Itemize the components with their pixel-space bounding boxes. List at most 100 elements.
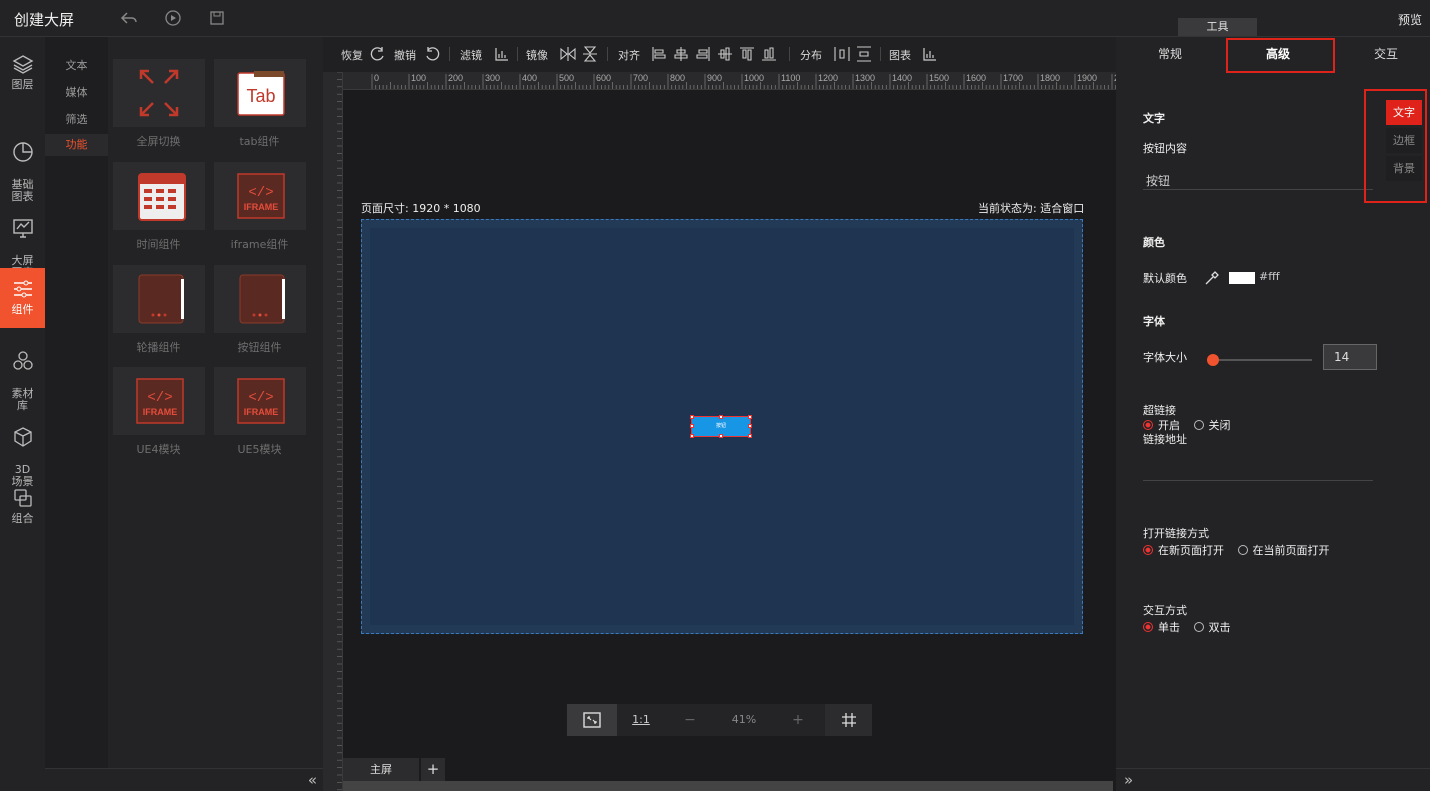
save-icon[interactable] <box>208 9 226 27</box>
resize-handle[interactable] <box>690 434 694 438</box>
font-size-input[interactable]: 14 <box>1323 344 1377 370</box>
resize-handle[interactable] <box>748 424 752 428</box>
align-middle-icon[interactable] <box>717 46 733 62</box>
fit-window-button[interactable] <box>567 704 617 736</box>
redo-icon[interactable] <box>370 46 386 62</box>
svg-text:</>: </> <box>248 390 273 406</box>
open-method-options: 在新页面打开 在当前页面打开 <box>1143 542 1330 558</box>
grid-toggle-button[interactable] <box>825 704 872 736</box>
chart-button[interactable]: 图表 <box>889 47 911 63</box>
color-swatch[interactable] <box>1229 272 1255 284</box>
component-ue5[interactable]: </> IFRAME UE5模块 <box>211 367 308 457</box>
actual-size-button[interactable]: 1:1 <box>619 704 663 736</box>
filter-button[interactable]: 滤镜 <box>460 47 482 63</box>
font-size-slider-thumb[interactable] <box>1207 354 1219 366</box>
toolbar-separator <box>449 47 450 61</box>
ruler-label: 1600 <box>966 73 986 83</box>
component-label: 轮播组件 <box>136 341 181 354</box>
link-address-input[interactable] <box>1143 480 1373 481</box>
align-top-icon[interactable] <box>739 46 755 62</box>
resize-handle[interactable] <box>690 415 694 419</box>
nav-item-basic-charts[interactable]: 基础 图表 <box>0 129 45 203</box>
play-icon[interactable] <box>164 9 182 27</box>
distribute-h-icon[interactable] <box>834 46 850 62</box>
align-bottom-icon[interactable] <box>761 46 777 62</box>
left-panel-footer: « <box>45 768 323 791</box>
mirror-button[interactable]: 镜像 <box>526 47 548 63</box>
filter-chart-icon[interactable] <box>494 46 510 62</box>
resize-handle[interactable] <box>690 424 694 428</box>
nav-item-components[interactable]: 组件 <box>0 268 45 328</box>
preview-button[interactable]: 预览 <box>1398 11 1422 28</box>
back-icon[interactable] <box>120 9 138 27</box>
zoom-out-button[interactable]: − <box>667 704 713 736</box>
sub-item-text[interactable]: 文本 <box>45 57 108 73</box>
sub-item-filter[interactable]: 筛选 <box>45 111 108 127</box>
ruler-left <box>323 72 343 791</box>
toolbar-separator <box>789 47 790 61</box>
radio-hyperlink-off[interactable]: 关闭 <box>1193 419 1231 432</box>
resize-handle[interactable] <box>748 415 752 419</box>
flip-vertical-icon[interactable] <box>582 46 598 62</box>
component-button[interactable]: 按钮组件 <box>211 265 308 355</box>
radio-open-new[interactable]: 在新页面打开 <box>1143 544 1224 557</box>
svg-text:</>: </> <box>248 185 273 201</box>
section-font: 字体 <box>1143 315 1165 328</box>
radio-single-click[interactable]: 单击 <box>1143 621 1180 634</box>
align-right-icon[interactable] <box>695 46 711 62</box>
add-screen-button[interactable]: + <box>421 758 445 781</box>
align-button[interactable]: 对齐 <box>618 47 640 63</box>
radio-double-click[interactable]: 双击 <box>1193 621 1231 634</box>
collapse-right-icon[interactable]: » <box>1124 771 1133 789</box>
component-fullscreen[interactable]: 全屏切换 <box>110 59 207 149</box>
zoom-in-button[interactable]: + <box>775 704 821 736</box>
radio-dot <box>1193 622 1204 632</box>
fullscreen-icon <box>139 69 178 117</box>
undo-button[interactable]: 撤销 <box>394 47 416 63</box>
eyedropper-icon[interactable] <box>1204 270 1220 286</box>
distribute-button[interactable]: 分布 <box>800 47 822 63</box>
ruler-label: 1100 <box>781 73 800 83</box>
redo-button[interactable]: 恢复 <box>341 47 363 63</box>
sub-item-function[interactable]: 功能 <box>45 134 108 156</box>
nav-item-3d-scene[interactable]: 3D 场景 <box>0 414 45 488</box>
collapse-left-icon[interactable]: « <box>308 771 317 789</box>
resize-handle[interactable] <box>748 434 752 438</box>
tab-interaction[interactable]: 交互 <box>1334 37 1430 72</box>
component-iframe[interactable]: </> IFRAME iframe组件 <box>211 162 308 252</box>
highlight-box <box>1364 89 1427 203</box>
distribute-v-icon[interactable] <box>856 46 872 62</box>
component-ue4[interactable]: </> IFRAME UE4模块 <box>110 367 207 457</box>
nav-item-assets[interactable]: 素材 库 <box>0 338 45 412</box>
flip-horizontal-icon[interactable] <box>560 46 576 62</box>
ruler-label: 600 <box>596 73 611 83</box>
sliders-icon <box>13 280 32 298</box>
chart-icon[interactable] <box>922 46 938 62</box>
tab-main-screen[interactable]: 主屏 <box>343 758 419 781</box>
nav-item-screen-charts[interactable]: 大屏 图表 <box>0 205 45 279</box>
ruler-label: 1900 <box>1077 73 1097 83</box>
tools-label[interactable]: 工具 <box>1178 18 1257 36</box>
ruler-label: 1300 <box>855 73 875 83</box>
tab-general[interactable]: 常规 <box>1118 37 1222 72</box>
radio-open-current[interactable]: 在当前页面打开 <box>1237 544 1330 557</box>
current-state-label: 当前状态为: 适合窗口 <box>978 202 1085 215</box>
ruler-label: 300 <box>485 73 500 83</box>
button-content-input[interactable]: 按钮 <box>1146 172 1170 189</box>
component-carousel[interactable]: 轮播组件 <box>110 265 207 355</box>
align-left-icon[interactable] <box>651 46 667 62</box>
resize-handle[interactable] <box>719 415 723 419</box>
nav-item-group[interactable]: 组合 <box>0 487 45 533</box>
sub-nav: 文本 媒体 筛选 功能 <box>45 37 108 768</box>
undo-icon[interactable] <box>424 46 440 62</box>
nav-label-components: 组件 <box>11 303 34 316</box>
align-center-h-icon[interactable] <box>673 46 689 62</box>
font-size-slider-track[interactable] <box>1214 359 1312 361</box>
horizontal-scrollbar[interactable] <box>343 781 1113 791</box>
component-time[interactable]: 时间组件 <box>110 162 207 252</box>
iframe-icon-glyph: IFRAME <box>243 202 278 212</box>
component-tab[interactable]: Tab tab组件 <box>211 59 308 149</box>
resize-handle[interactable] <box>719 434 723 438</box>
sub-item-media[interactable]: 媒体 <box>45 84 108 100</box>
nav-item-layers[interactable]: 图层 <box>0 53 45 99</box>
